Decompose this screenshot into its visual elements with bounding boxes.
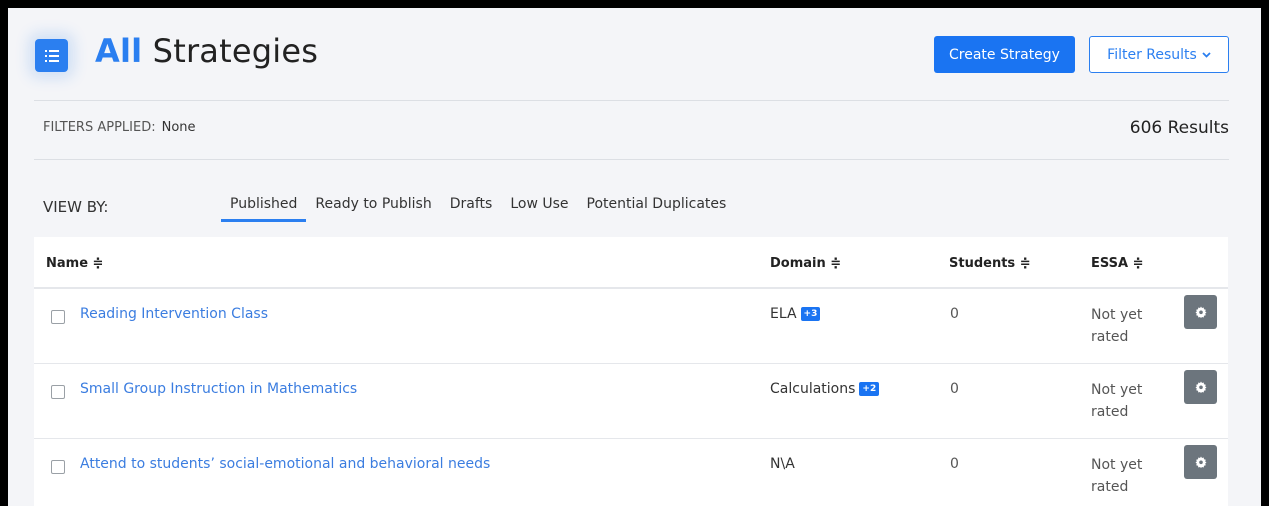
- page-title: All Strategies: [95, 32, 319, 70]
- divider: [34, 100, 1229, 101]
- strategy-name-link[interactable]: Reading Intervention Class: [80, 306, 268, 322]
- tab-published[interactable]: Published: [221, 196, 307, 222]
- table-row: Attend to students’ social-emotional and…: [34, 439, 1228, 506]
- column-domain[interactable]: Domain ≑: [770, 256, 841, 271]
- view-by-tabs: Published Ready to Publish Drafts Low Us…: [221, 196, 735, 222]
- tab-potential-duplicates[interactable]: Potential Duplicates: [578, 196, 736, 222]
- row-checkbox[interactable]: [51, 310, 65, 324]
- column-name-label: Name: [46, 256, 89, 271]
- tab-drafts[interactable]: Drafts: [441, 196, 502, 222]
- table-row: Reading Intervention Class ELA +3 0 Not y…: [34, 289, 1228, 364]
- essa-cell: Not yet rated: [1091, 307, 1143, 345]
- view-by-label: VIEW BY:: [43, 198, 109, 216]
- filters-applied-value: None: [161, 120, 196, 135]
- app-frame: All Strategies Create Strategy Filter Re…: [8, 8, 1261, 506]
- chevron-down-icon: [1202, 51, 1211, 58]
- students-cell: 0: [950, 381, 959, 397]
- essa-cell: Not yet rated: [1091, 457, 1143, 495]
- sort-icon: ≑: [830, 256, 842, 271]
- column-domain-label: Domain: [770, 256, 826, 271]
- domain-count-badge[interactable]: +3: [800, 307, 821, 321]
- domain-cell: ELA +3: [770, 306, 821, 322]
- students-cell: 0: [950, 306, 959, 322]
- row-checkbox[interactable]: [51, 460, 65, 474]
- domain-value: Calculations: [770, 381, 856, 397]
- domain-value: ELA: [770, 306, 797, 322]
- filter-results-label: Filter Results: [1107, 46, 1197, 63]
- sort-icon: ≑: [1132, 256, 1144, 271]
- filter-results-button[interactable]: Filter Results: [1089, 36, 1229, 73]
- strategies-table: Name ≑ Domain ≑ Students ≑ ESSA ≑ Readin…: [34, 237, 1228, 506]
- tab-ready-to-publish[interactable]: Ready to Publish: [306, 196, 440, 222]
- essa-cell: Not yet rated: [1091, 382, 1143, 420]
- column-students-label: Students: [949, 256, 1016, 271]
- domain-cell: N\A: [770, 456, 795, 472]
- sort-icon: ≑: [92, 256, 104, 271]
- tab-low-use[interactable]: Low Use: [501, 196, 577, 222]
- gear-icon[interactable]: [1184, 295, 1217, 329]
- results-count: 606 Results: [1129, 118, 1229, 138]
- column-students[interactable]: Students ≑: [949, 256, 1031, 271]
- create-strategy-button[interactable]: Create Strategy: [934, 36, 1075, 73]
- domain-cell: Calculations +2: [770, 381, 880, 397]
- strategy-name-link[interactable]: Attend to students’ social-emotional and…: [80, 456, 490, 472]
- page-header: All Strategies Create Strategy Filter Re…: [8, 8, 1261, 96]
- table-header: Name ≑ Domain ≑ Students ≑ ESSA ≑: [34, 237, 1228, 289]
- domain-count-badge[interactable]: +2: [859, 382, 880, 396]
- table-row: Small Group Instruction in Mathematics C…: [34, 364, 1228, 439]
- filters-applied-label: FILTERS APPLIED:: [43, 120, 156, 135]
- students-cell: 0: [950, 456, 959, 472]
- strategy-name-link[interactable]: Small Group Instruction in Mathematics: [80, 381, 357, 397]
- divider: [34, 159, 1229, 160]
- domain-value: N\A: [770, 456, 795, 472]
- filters-applied: FILTERS APPLIED: None: [43, 120, 196, 135]
- column-name[interactable]: Name ≑: [46, 256, 103, 271]
- gear-icon[interactable]: [1184, 445, 1217, 479]
- column-essa[interactable]: ESSA ≑: [1091, 256, 1144, 271]
- row-checkbox[interactable]: [51, 385, 65, 399]
- sort-icon: ≑: [1019, 256, 1031, 271]
- column-essa-label: ESSA: [1091, 256, 1129, 271]
- list-icon[interactable]: [35, 39, 68, 72]
- gear-icon[interactable]: [1184, 370, 1217, 404]
